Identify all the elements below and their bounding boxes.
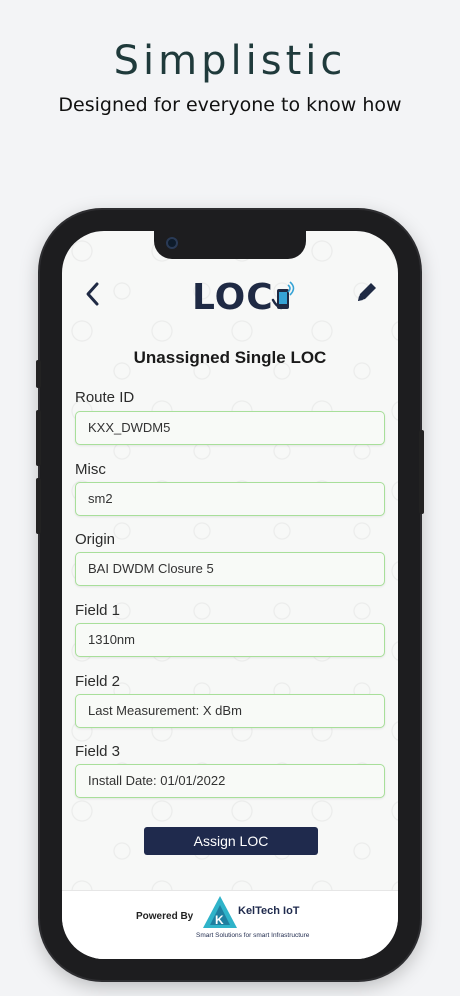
app-logo: LOC <box>192 276 296 318</box>
field-1-label: Field 1 <box>75 602 121 619</box>
origin-label: Origin <box>75 531 116 548</box>
assign-loc-button[interactable]: Assign LOC <box>144 827 318 855</box>
app-header: LOC <box>62 271 398 321</box>
power-button <box>419 430 424 514</box>
route-id-label: Route ID <box>75 389 135 406</box>
edit-pencil-icon[interactable] <box>354 279 380 305</box>
misc-label: Misc <box>75 461 106 478</box>
hero-subtitle: Designed for everyone to know how <box>58 94 402 116</box>
phone-frame: LOC Unassigned Single LOC Route ID KXX_D… <box>36 210 424 980</box>
volume-up-button <box>36 410 41 466</box>
field-2-input[interactable]: Last Measurement: X dBm <box>75 694 385 728</box>
company-name: KelTech IoT <box>238 905 300 917</box>
field-1-input[interactable]: 1310nm <box>75 623 385 657</box>
origin-field[interactable]: BAI DWDM Closure 5 <box>75 552 385 586</box>
notch <box>154 231 306 259</box>
svg-text:K: K <box>215 913 224 927</box>
field-2-label: Field 2 <box>75 673 121 690</box>
app-screen: LOC Unassigned Single LOC Route ID KXX_D… <box>62 231 398 959</box>
field-3-input[interactable]: Install Date: 01/01/2022 <box>75 764 385 798</box>
misc-field[interactable]: sm2 <box>75 482 385 516</box>
page-title: Unassigned Single LOC <box>133 348 327 367</box>
keltech-logo-icon: K <box>203 896 237 928</box>
logo-phone-icon <box>271 281 294 310</box>
company-tagline: Smart Solutions for smart Infrastructure <box>196 932 310 939</box>
front-camera <box>166 237 178 249</box>
back-chevron-icon[interactable] <box>82 279 104 309</box>
field-3-label: Field 3 <box>75 743 121 760</box>
route-id-field[interactable]: KXX_DWDM5 <box>75 411 385 445</box>
footer: Powered By K KelTech IoT Smart Solutions… <box>62 890 398 959</box>
mute-switch <box>36 360 41 388</box>
powered-by-label: Powered By <box>136 911 194 922</box>
volume-down-button <box>36 478 41 534</box>
logo-text: LOC <box>192 276 274 318</box>
hero-title: Simplistic <box>113 38 347 84</box>
